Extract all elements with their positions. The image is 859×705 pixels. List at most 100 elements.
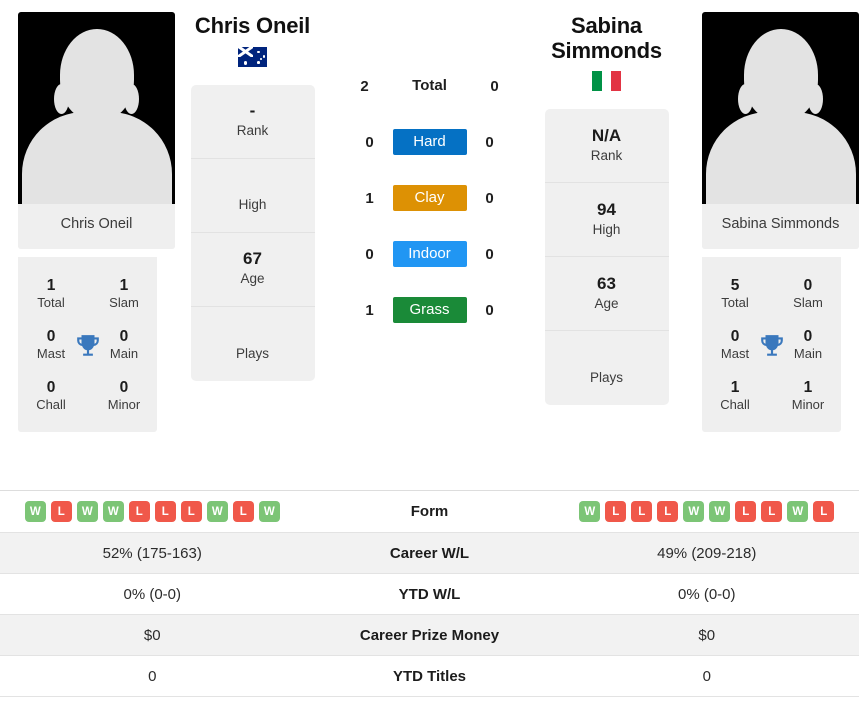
form-badge-win[interactable]: W <box>76 501 98 522</box>
table-row-ytd-wl: 0% (0-0) YTD W/L 0% (0-0) <box>0 574 859 615</box>
trophy-icon <box>758 333 785 359</box>
right-value: 0 <box>485 301 494 319</box>
table-row-career-wl: 52% (175-163) Career W/L 49% (209-218) <box>0 533 859 574</box>
form-badge-loss[interactable]: L <box>232 501 254 522</box>
right-value: 0 <box>485 245 494 263</box>
label: Total <box>721 294 749 310</box>
right-titles-minor: 1 Minor <box>785 379 831 414</box>
right-player-titles-panel: 5 Total 0 Slam 0 Mast 0 Main 1 Chall 1 M… <box>702 257 841 433</box>
value: 0 <box>730 328 740 346</box>
form-badge-win[interactable]: W <box>24 501 46 522</box>
row-label-ytd-titles: YTD Titles <box>392 667 467 685</box>
right-player-photo-caption: Sabina Simmonds <box>702 204 859 250</box>
table-row-career-prize-money: $0 Career Prize Money $0 <box>0 615 859 656</box>
left-value: 1 <box>365 189 374 207</box>
value: 1 <box>803 379 813 397</box>
titles-row: 1 Chall 1 Minor <box>702 371 841 422</box>
form-badge-win[interactable]: W <box>206 501 228 522</box>
left-form-cell: WLWWLLLWLW <box>0 501 305 522</box>
label: Mast <box>720 345 750 361</box>
form-badge-loss[interactable]: L <box>128 501 150 522</box>
value: 1 <box>46 277 56 295</box>
surface-label-indoor[interactable]: Indoor <box>392 240 467 268</box>
form-badge-loss[interactable]: L <box>657 501 679 522</box>
right-titles-total: 5 Total <box>712 277 758 312</box>
label: Chall <box>720 396 750 412</box>
value: 94 <box>597 199 616 219</box>
left-titles-mast: 0 Mast <box>28 328 74 363</box>
right-info-rank: N/A Rank <box>544 109 669 184</box>
left-info-high: High <box>190 159 315 233</box>
value: 0 <box>803 328 813 346</box>
left-value: 0 <box>365 133 374 151</box>
right-player-photo-card[interactable]: Sabina Simmonds <box>702 12 859 250</box>
label: Slam <box>793 294 823 310</box>
row-label-career-wl: Career W/L <box>389 544 470 562</box>
label: Total <box>37 294 65 310</box>
label: Age <box>240 271 265 287</box>
table-row-form: WLWWLLLWLW Form WLLLWWLLWL <box>0 491 859 533</box>
titles-row: 0 Chall 0 Minor <box>18 371 157 422</box>
value: 1 <box>119 277 129 295</box>
form-badge-loss[interactable]: L <box>735 501 757 522</box>
comparison-header: Chris Oneil 1 Total 1 Slam 0 Mast 0 Main… <box>0 0 859 490</box>
left-form-strip: WLWWLLLWLW <box>24 501 280 522</box>
value: 0 <box>46 379 56 397</box>
surface-titles-panel: 2 Total 0 0 Hard 0 1 Clay 0 0 Indoor 0 1 <box>330 0 529 338</box>
left-value: 2 <box>360 77 369 95</box>
surface-label-hard[interactable]: Hard <box>392 128 467 156</box>
flag-italy-icon <box>592 71 621 92</box>
value: 0 <box>119 328 129 346</box>
form-badge-win[interactable]: W <box>258 501 280 522</box>
left-titles-slam: 1 Slam <box>101 277 147 312</box>
left-ytd-wl: 0% (0-0) <box>123 585 182 603</box>
label: Plays <box>235 345 269 361</box>
form-badge-loss[interactable]: L <box>50 501 72 522</box>
form-badge-win[interactable]: W <box>579 501 601 522</box>
form-badge-loss[interactable]: L <box>631 501 653 522</box>
label: High <box>238 197 267 213</box>
form-badge-loss[interactable]: L <box>813 501 835 522</box>
form-badge-loss[interactable]: L <box>605 501 627 522</box>
right-titles-slam: 0 Slam <box>785 277 831 312</box>
form-badge-win[interactable]: W <box>683 501 705 522</box>
titles-row: 1 Total 1 Slam <box>18 269 157 320</box>
label: Mast <box>36 345 66 361</box>
right-value: 0 <box>485 189 494 207</box>
right-player-name[interactable]: Sabina Simmonds <box>529 13 684 63</box>
label: Plays <box>589 370 623 386</box>
row-label-ytd-wl: YTD W/L <box>398 585 461 603</box>
surface-row-hard: 0 Hard 0 <box>330 114 529 170</box>
form-badge-win[interactable]: W <box>787 501 809 522</box>
right-ytd-wl: 0% (0-0) <box>677 585 736 603</box>
label: High <box>592 221 621 237</box>
value: 0 <box>119 379 129 397</box>
left-player-info-cards: - Rank High 67 Age Plays <box>190 84 315 381</box>
left-player-photo-card[interactable]: Chris Oneil <box>18 12 175 250</box>
right-player-avatar <box>702 12 859 204</box>
left-player-name[interactable]: Chris Oneil <box>195 13 310 39</box>
label: Minor <box>107 396 141 412</box>
left-player-photo-caption: Chris Oneil <box>18 204 175 250</box>
titles-row: 0 Mast 0 Main <box>702 320 841 371</box>
form-badge-loss[interactable]: L <box>180 501 202 522</box>
form-badge-win[interactable]: W <box>709 501 731 522</box>
surface-label-clay[interactable]: Clay <box>392 184 467 212</box>
left-titles-chall: 0 Chall <box>28 379 74 414</box>
right-career-wl: 49% (209-218) <box>657 544 757 562</box>
right-value: 0 <box>485 133 494 151</box>
form-badge-loss[interactable]: L <box>154 501 176 522</box>
label: Rank <box>236 123 269 139</box>
right-form-strip: WLLLWWLLWL <box>579 501 835 522</box>
right-player-info-cards: N/A Rank 94 High 63 Age Plays <box>544 109 669 406</box>
right-info-age: 63 Age <box>544 257 669 332</box>
left-value: 1 <box>365 301 374 319</box>
label: Rank <box>590 147 623 163</box>
form-badge-loss[interactable]: L <box>761 501 783 522</box>
left-ytd-titles: 0 <box>148 667 157 685</box>
surface-row-indoor: 0 Indoor 0 <box>330 226 529 282</box>
form-badge-win[interactable]: W <box>102 501 124 522</box>
comparison-table: WLWWLLLWLW Form WLLLWWLLWL 52% (175-163)… <box>0 490 859 697</box>
surface-label-grass[interactable]: Grass <box>392 296 467 324</box>
right-ytd-titles: 0 <box>702 667 711 685</box>
